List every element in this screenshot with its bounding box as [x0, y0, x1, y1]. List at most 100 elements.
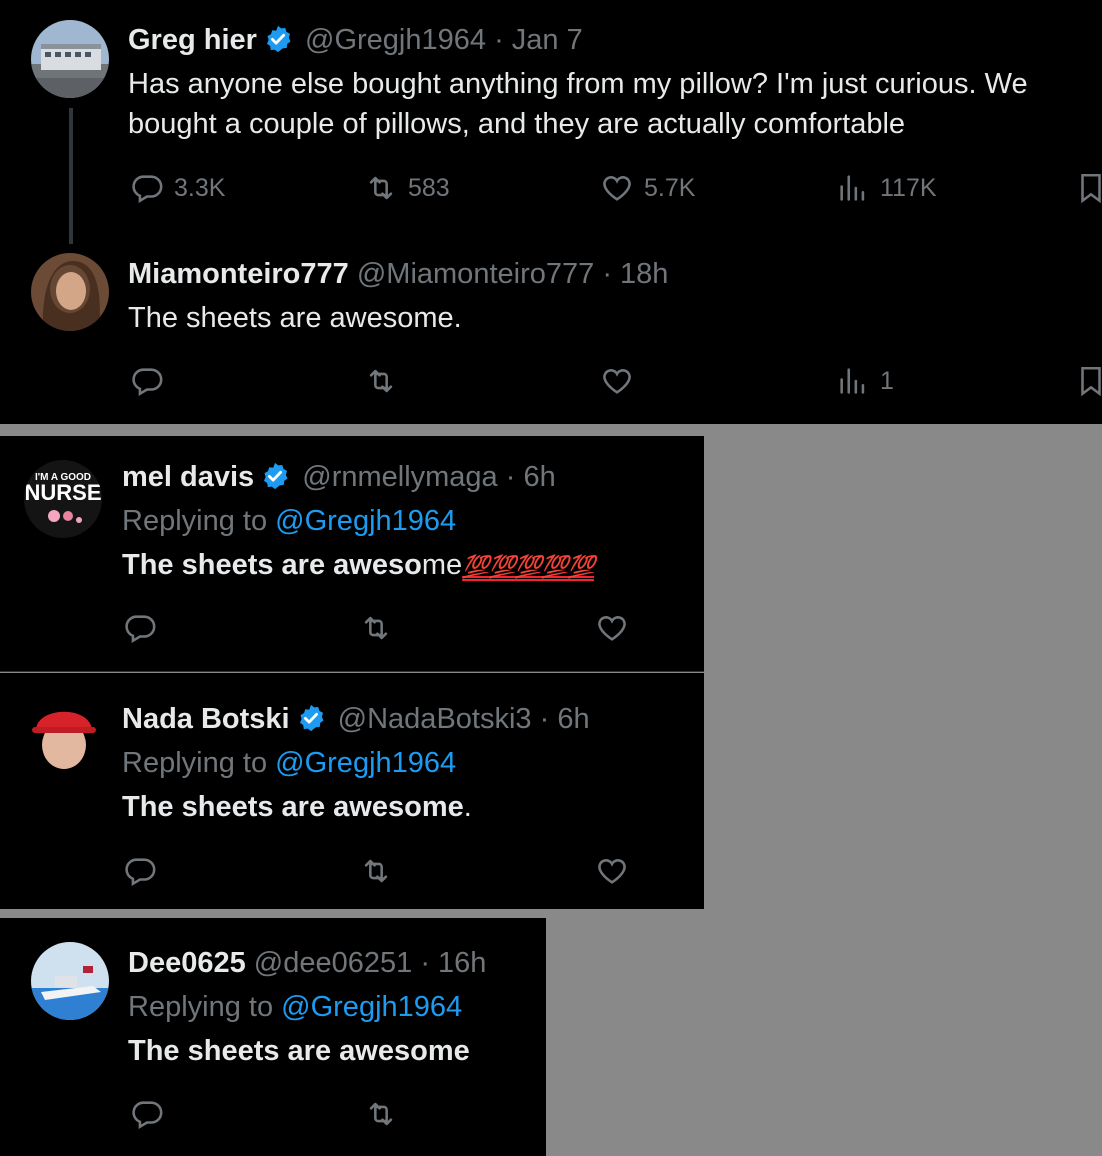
like-count: 5.7K: [644, 173, 696, 202]
reply-header: Miamonteiro777 @Miamonteiro777 · 18h: [128, 256, 668, 292]
replying-prefix: Replying to: [122, 505, 276, 537]
timestamp[interactable]: 18h: [620, 258, 668, 290]
retweet-button[interactable]: 583: [364, 171, 450, 205]
separator: ·: [602, 258, 612, 290]
separator: ·: [539, 703, 550, 735]
reply-header: Dee0625 @dee06251 · 16h: [128, 945, 486, 981]
reply-text-normal: me: [421, 549, 463, 581]
timestamp[interactable]: 16h: [438, 947, 486, 979]
separator: ·: [494, 24, 504, 56]
reply-icon: [123, 854, 157, 888]
retweet-icon: [364, 1097, 398, 1131]
replying-prefix: Replying to: [122, 747, 276, 779]
retweet-button[interactable]: [364, 364, 408, 398]
display-name[interactable]: Dee0625: [128, 947, 246, 979]
reply-button[interactable]: 3.3K: [130, 171, 225, 205]
reply-text: The sheets are awesome: [128, 1031, 470, 1071]
retweet-button[interactable]: [359, 611, 403, 645]
verified-badge-icon: [263, 24, 293, 54]
verified-badge-icon: [260, 461, 290, 491]
avatar-nada[interactable]: [24, 695, 102, 773]
separator: ·: [420, 947, 430, 979]
reply-count: 3.3K: [174, 173, 226, 202]
replying-to: Replying to @Gregjh1964: [128, 989, 462, 1025]
like-button[interactable]: [595, 611, 639, 645]
avatar-mel[interactable]: I'M A GOOD NURSE: [24, 460, 102, 538]
like-icon: [595, 854, 629, 888]
bookmark-icon: [1074, 171, 1102, 205]
bookmark-button[interactable]: [1074, 171, 1102, 205]
timestamp[interactable]: 6h: [557, 703, 589, 735]
tweet-text: Has anyone else bought anything from my …: [128, 68, 1028, 140]
avatar-greg[interactable]: [31, 20, 109, 98]
retweet-button[interactable]: [364, 1097, 408, 1131]
views-icon: [836, 364, 870, 398]
verified-badge-icon: [296, 703, 326, 733]
retweet-icon: [359, 854, 393, 888]
retweet-icon: [364, 364, 398, 398]
reply-text-normal: .: [463, 791, 472, 823]
reply-header: mel davis @rnmellymaga · 6h: [122, 459, 556, 495]
replying-prefix: Replying to: [128, 991, 282, 1023]
mention-link[interactable]: @Gregjh1964: [275, 505, 456, 537]
svg-text:NURSE: NURSE: [24, 480, 101, 505]
tweet-header: Greg hier @Gregjh1964 · Jan 7: [128, 22, 583, 58]
views-count: 1: [880, 366, 894, 395]
reply-panel-mel: I'M A GOOD NURSE mel davis @rnmellymaga …: [0, 436, 704, 672]
reply-icon: [130, 171, 164, 205]
like-icon: [595, 611, 629, 645]
views-count: 117K: [880, 173, 937, 202]
display-name[interactable]: Greg hier: [128, 24, 257, 56]
replying-to: Replying to @Gregjh1964: [122, 503, 456, 539]
display-name[interactable]: Nada Botski: [122, 703, 290, 735]
user-handle[interactable]: @dee06251: [254, 947, 412, 979]
reply-text: The sheets are awesome.: [122, 787, 472, 827]
like-icon: [600, 171, 634, 205]
display-name[interactable]: Miamonteiro777: [128, 258, 349, 290]
reply-button[interactable]: [123, 611, 167, 645]
reply-text-bold: The sheets are aweso: [122, 549, 422, 581]
user-handle[interactable]: @NadaBotski3: [338, 703, 532, 735]
like-button[interactable]: [595, 854, 639, 888]
user-handle[interactable]: @rnmellymaga: [302, 461, 497, 493]
separator: ·: [505, 461, 516, 493]
reply-icon: [130, 1097, 164, 1131]
bookmark-button[interactable]: [1074, 364, 1102, 398]
mention-link[interactable]: @Gregjh1964: [281, 991, 462, 1023]
reply-panel-nada: Nada Botski @NadaBotski3 · 6h Replying t…: [0, 673, 704, 909]
views-button[interactable]: 1: [836, 364, 894, 398]
retweet-button[interactable]: [359, 854, 403, 888]
thread-connector: [69, 108, 73, 244]
timestamp[interactable]: Jan 7: [512, 24, 583, 56]
user-handle[interactable]: @Gregjh1964: [305, 24, 486, 56]
avatar-mia[interactable]: [31, 253, 109, 331]
timestamp[interactable]: 6h: [524, 461, 556, 493]
reply-text-bold: The sheets are awesome: [122, 791, 464, 823]
reply-button[interactable]: [123, 854, 167, 888]
reply-text: The sheets are awesome💯💯💯💯💯: [122, 545, 595, 587]
avatar-dee[interactable]: [31, 942, 109, 1020]
reply-button[interactable]: [130, 1097, 174, 1131]
user-handle[interactable]: @Miamonteiro777: [357, 258, 594, 290]
reply-header: Nada Botski @NadaBotski3 · 6h: [122, 701, 590, 737]
retweet-icon: [364, 171, 398, 205]
mention-link[interactable]: @Gregjh1964: [275, 747, 456, 779]
reply-icon: [123, 611, 157, 645]
like-button[interactable]: 5.7K: [600, 171, 695, 205]
reply-panel-dee: Dee0625 @dee06251 · 16h Replying to @Gre…: [0, 918, 546, 1156]
retweet-count: 583: [408, 173, 450, 202]
retweet-icon: [359, 611, 393, 645]
like-icon: [600, 364, 634, 398]
reply-button[interactable]: [130, 364, 174, 398]
views-icon: [836, 171, 870, 205]
display-name[interactable]: mel davis: [122, 461, 254, 493]
hundred-emoji: 💯💯💯💯💯: [462, 554, 595, 579]
like-button[interactable]: [600, 364, 644, 398]
views-button[interactable]: 117K: [836, 171, 937, 205]
bookmark-icon: [1074, 364, 1102, 398]
thread-panel: Greg hier @Gregjh1964 · Jan 7 Has anyone…: [0, 0, 1102, 424]
reply-text: The sheets are awesome.: [128, 302, 462, 334]
reply-text-bold: The sheets are awesome: [128, 1035, 470, 1067]
reply-icon: [130, 364, 164, 398]
replying-to: Replying to @Gregjh1964: [122, 745, 456, 781]
